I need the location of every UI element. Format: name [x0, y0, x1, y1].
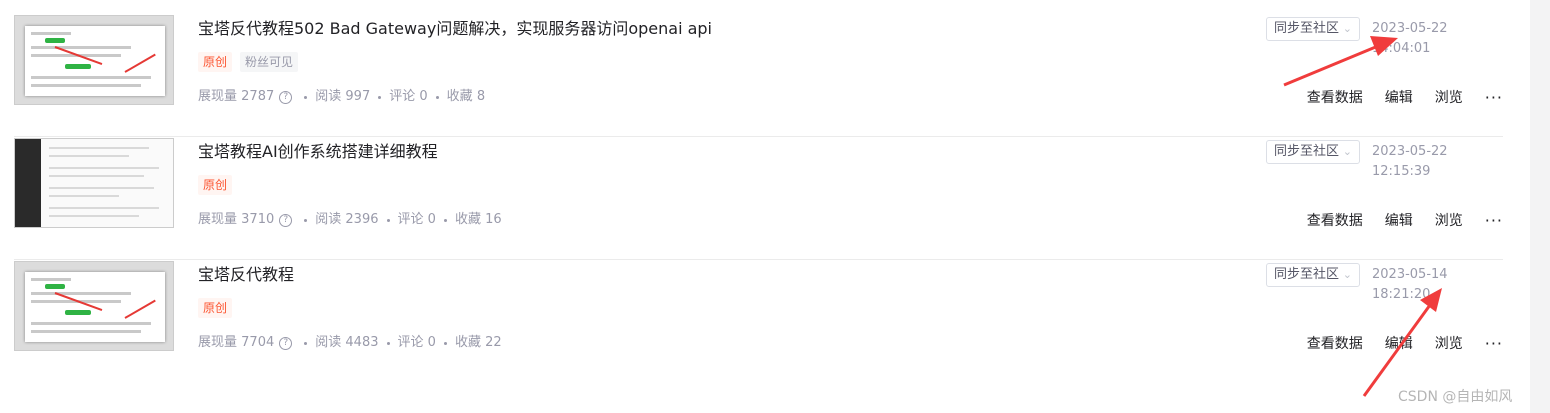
article-list: 宝塔反代教程502 Bad Gateway问题解决，实现服务器访问openai … [0, 0, 1530, 413]
article-stats: 展现量 2787 ? 阅读 997 评论 0 收藏 8 [198, 87, 485, 107]
views-count: 3710 [241, 212, 275, 227]
favorites-count: 16 [485, 212, 502, 227]
original-tag: 原创 [198, 298, 233, 318]
watermark: CSDN @自由如风 [1398, 389, 1513, 405]
comments-count: 0 [427, 212, 436, 227]
reads-count: 4483 [345, 335, 379, 350]
more-dots-icon[interactable]: ··· [1485, 334, 1503, 354]
separator-dot [304, 218, 308, 222]
separator-dot [378, 95, 382, 99]
edit-link[interactable]: 编辑 [1385, 88, 1413, 108]
more-dots-icon[interactable]: ··· [1485, 88, 1503, 108]
favorites-label: 收藏 [454, 212, 481, 227]
article-item: 宝塔教程AI创作系统搭建详细教程 原创 展现量 3710 ? 阅读 2396 评… [14, 138, 1503, 260]
publish-time: 2023-05-22 14:04:01 [1372, 21, 1448, 56]
separator-dot [435, 95, 439, 99]
reads-label: 阅读 [315, 212, 342, 227]
article-item: 宝塔反代教程502 Bad Gateway问题解决，实现服务器访问openai … [14, 15, 1503, 137]
sync-to-community-select[interactable]: 同步至社区 ⌄ [1266, 140, 1360, 164]
favorites-label: 收藏 [446, 89, 473, 104]
favorites-count: 8 [476, 89, 486, 104]
chevron-down-icon: ⌄ [1342, 22, 1352, 35]
favorites-count: 22 [485, 335, 502, 350]
article-title[interactable]: 宝塔教程AI创作系统搭建详细教程 [198, 140, 438, 164]
comments-label: 评论 [397, 212, 424, 227]
sync-label: 同步至社区 [1274, 21, 1340, 36]
favorites-label: 收藏 [454, 335, 481, 350]
browse-link[interactable]: 浏览 [1435, 334, 1463, 354]
help-circle-icon[interactable]: ? [279, 213, 293, 227]
edit-link[interactable]: 编辑 [1385, 334, 1413, 354]
fans-only-tag: 粉丝可见 [240, 52, 299, 72]
article-title[interactable]: 宝塔反代教程502 Bad Gateway问题解决，实现服务器访问openai … [198, 17, 712, 41]
sync-label: 同步至社区 [1274, 144, 1340, 159]
more-dots-icon[interactable]: ··· [1485, 211, 1503, 231]
reads-count: 2396 [345, 212, 379, 227]
article-item: 宝塔反代教程 原创 展现量 7704 ? 阅读 4483 评论 0 收藏 22 … [14, 261, 1503, 371]
reads-count: 997 [345, 89, 371, 104]
view-data-link[interactable]: 查看数据 [1307, 334, 1363, 354]
separator-dot [443, 218, 447, 222]
reads-label: 阅读 [315, 89, 342, 104]
article-thumbnail[interactable] [14, 261, 174, 351]
publish-time: 2023-05-14 18:21:20 [1372, 267, 1448, 302]
help-circle-icon[interactable]: ? [279, 336, 293, 350]
comments-label: 评论 [397, 335, 424, 350]
article-thumbnail[interactable] [14, 138, 174, 228]
views-label: 展现量 [198, 212, 238, 227]
separator-dot [386, 218, 390, 222]
edit-link[interactable]: 编辑 [1385, 211, 1413, 231]
comments-label: 评论 [389, 89, 416, 104]
separator-dot [386, 341, 390, 345]
comments-count: 0 [419, 89, 428, 104]
scrollbar-track[interactable] [1530, 0, 1550, 413]
browse-link[interactable]: 浏览 [1435, 211, 1463, 231]
article-title[interactable]: 宝塔反代教程 [198, 263, 294, 287]
reads-label: 阅读 [315, 335, 342, 350]
original-tag: 原创 [198, 175, 233, 195]
separator-dot [443, 341, 447, 345]
views-label: 展现量 [198, 335, 238, 350]
article-thumbnail[interactable] [14, 15, 174, 105]
divider [14, 259, 1503, 260]
chevron-down-icon: ⌄ [1342, 268, 1352, 281]
original-tag: 原创 [198, 52, 233, 72]
views-label: 展现量 [198, 89, 238, 104]
help-circle-icon[interactable]: ? [279, 90, 293, 104]
separator-dot [304, 95, 308, 99]
sync-label: 同步至社区 [1274, 267, 1340, 282]
sync-to-community-select[interactable]: 同步至社区 ⌄ [1266, 17, 1360, 41]
browse-link[interactable]: 浏览 [1435, 88, 1463, 108]
chevron-down-icon: ⌄ [1342, 145, 1352, 158]
divider [14, 136, 1503, 137]
views-count: 7704 [241, 335, 275, 350]
separator-dot [304, 341, 308, 345]
comments-count: 0 [427, 335, 436, 350]
views-count: 2787 [241, 89, 275, 104]
view-data-link[interactable]: 查看数据 [1307, 211, 1363, 231]
article-stats: 展现量 3710 ? 阅读 2396 评论 0 收藏 16 [198, 210, 502, 230]
publish-time: 2023-05-22 12:15:39 [1372, 144, 1448, 179]
article-stats: 展现量 7704 ? 阅读 4483 评论 0 收藏 22 [198, 333, 502, 353]
view-data-link[interactable]: 查看数据 [1307, 88, 1363, 108]
sync-to-community-select[interactable]: 同步至社区 ⌄ [1266, 263, 1360, 287]
